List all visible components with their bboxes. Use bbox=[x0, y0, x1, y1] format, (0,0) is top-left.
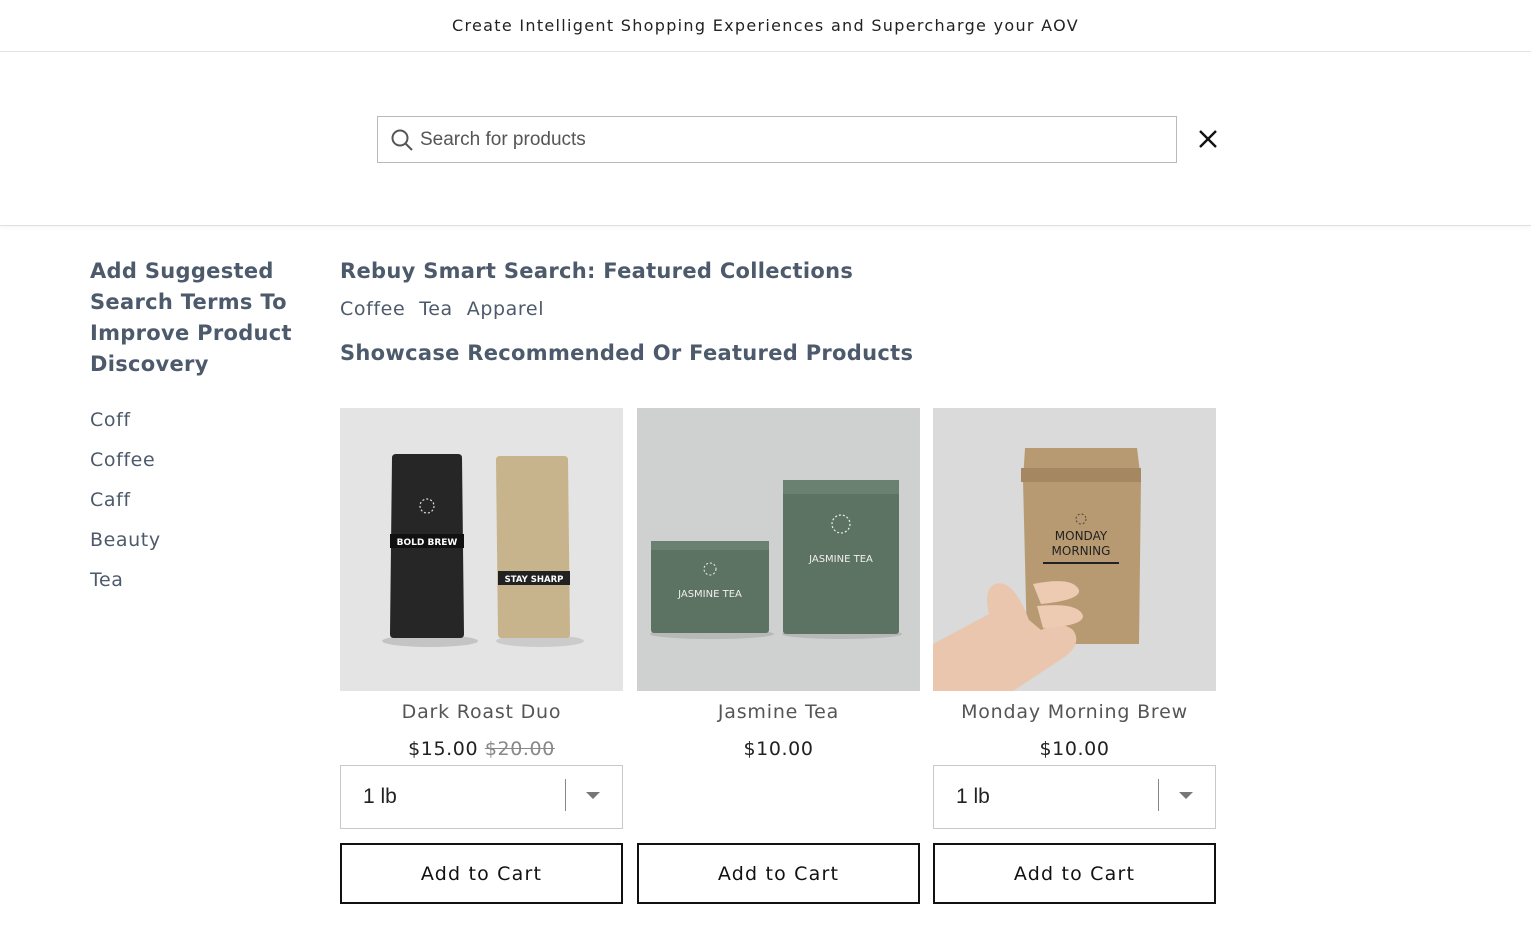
announcement-text: Create Intelligent Shopping Experiences … bbox=[452, 16, 1079, 35]
collection-link[interactable]: Tea bbox=[419, 298, 453, 320]
collection-link[interactable]: Coffee bbox=[340, 298, 405, 320]
product-grid: BOLD BREW STAY SHARP Dark Roast Duo $15.… bbox=[340, 408, 1220, 908]
suggested-term[interactable]: Coffee bbox=[90, 440, 310, 480]
collections-list: Coffee Tea Apparel bbox=[340, 298, 1220, 320]
product-card: BOLD BREW STAY SHARP Dark Roast Duo $15.… bbox=[340, 408, 623, 904]
suggested-term[interactable]: Beauty bbox=[90, 520, 310, 560]
product-name[interactable]: Jasmine Tea bbox=[637, 700, 920, 724]
chevron-down-icon bbox=[1179, 792, 1193, 799]
product-image[interactable]: MONDAY MORNING bbox=[933, 408, 1216, 691]
product-card: JASMINE TEA JASMINE TEA Jasmine Tea $10.… bbox=[637, 408, 920, 904]
sale-price: $10.00 bbox=[1039, 738, 1110, 760]
suggested-terms-list: Coff Coffee Caff Beauty Tea bbox=[90, 400, 310, 600]
product-price: $15.00 $20.00 bbox=[340, 737, 623, 761]
add-to-cart-button[interactable]: Add to Cart bbox=[340, 843, 623, 904]
suggested-term[interactable]: Tea bbox=[90, 560, 310, 600]
suggested-terms-panel: Add Suggested Search Terms To Improve Pr… bbox=[90, 256, 310, 600]
search-icon bbox=[388, 126, 416, 154]
variant-value: 1 lb bbox=[363, 785, 397, 808]
bag-label: MORNING bbox=[1052, 544, 1111, 558]
product-image[interactable]: JASMINE TEA JASMINE TEA bbox=[637, 408, 920, 691]
search-box[interactable] bbox=[377, 116, 1177, 163]
product-price: $10.00 bbox=[637, 737, 920, 761]
product-image[interactable]: BOLD BREW STAY SHARP bbox=[340, 408, 623, 691]
bag-label: MONDAY bbox=[1055, 529, 1108, 543]
tin-label: JASMINE TEA bbox=[677, 589, 742, 600]
add-to-cart-button[interactable]: Add to Cart bbox=[637, 843, 920, 904]
select-divider bbox=[1158, 779, 1159, 811]
compare-price: $20.00 bbox=[484, 738, 555, 760]
sale-price: $10.00 bbox=[743, 738, 814, 760]
variant-value: 1 lb bbox=[956, 785, 990, 808]
bag-label: BOLD BREW bbox=[397, 538, 458, 548]
collection-link[interactable]: Apparel bbox=[467, 298, 544, 320]
chevron-down-icon bbox=[586, 792, 600, 799]
add-to-cart-button[interactable]: Add to Cart bbox=[933, 843, 1216, 904]
suggested-term[interactable]: Caff bbox=[90, 480, 310, 520]
suggested-term[interactable]: Coff bbox=[90, 400, 310, 440]
bag-label: STAY SHARP bbox=[505, 575, 564, 585]
search-header bbox=[0, 52, 1531, 226]
suggested-terms-title: Add Suggested Search Terms To Improve Pr… bbox=[90, 259, 292, 376]
product-price: $10.00 bbox=[933, 737, 1216, 761]
tin-label: JASMINE TEA bbox=[808, 554, 873, 565]
search-input[interactable] bbox=[420, 119, 1176, 160]
product-name[interactable]: Monday Morning Brew bbox=[933, 700, 1216, 724]
sale-price: $15.00 bbox=[408, 738, 479, 760]
product-card: MONDAY MORNING Monday Morning Brew $10.0… bbox=[933, 408, 1216, 904]
variant-select[interactable]: 1 lb bbox=[933, 765, 1216, 829]
products-title: Showcase Recommended Or Featured Product… bbox=[340, 341, 914, 365]
announcement-bar: Create Intelligent Shopping Experiences … bbox=[0, 0, 1531, 52]
search-results-panel: Rebuy Smart Search: Featured Collections… bbox=[340, 256, 1220, 369]
product-name[interactable]: Dark Roast Duo bbox=[340, 700, 623, 724]
collections-title: Rebuy Smart Search: Featured Collections bbox=[340, 259, 854, 283]
variant-select[interactable]: 1 lb bbox=[340, 765, 623, 829]
close-icon[interactable] bbox=[1195, 126, 1221, 152]
select-divider bbox=[565, 779, 566, 811]
